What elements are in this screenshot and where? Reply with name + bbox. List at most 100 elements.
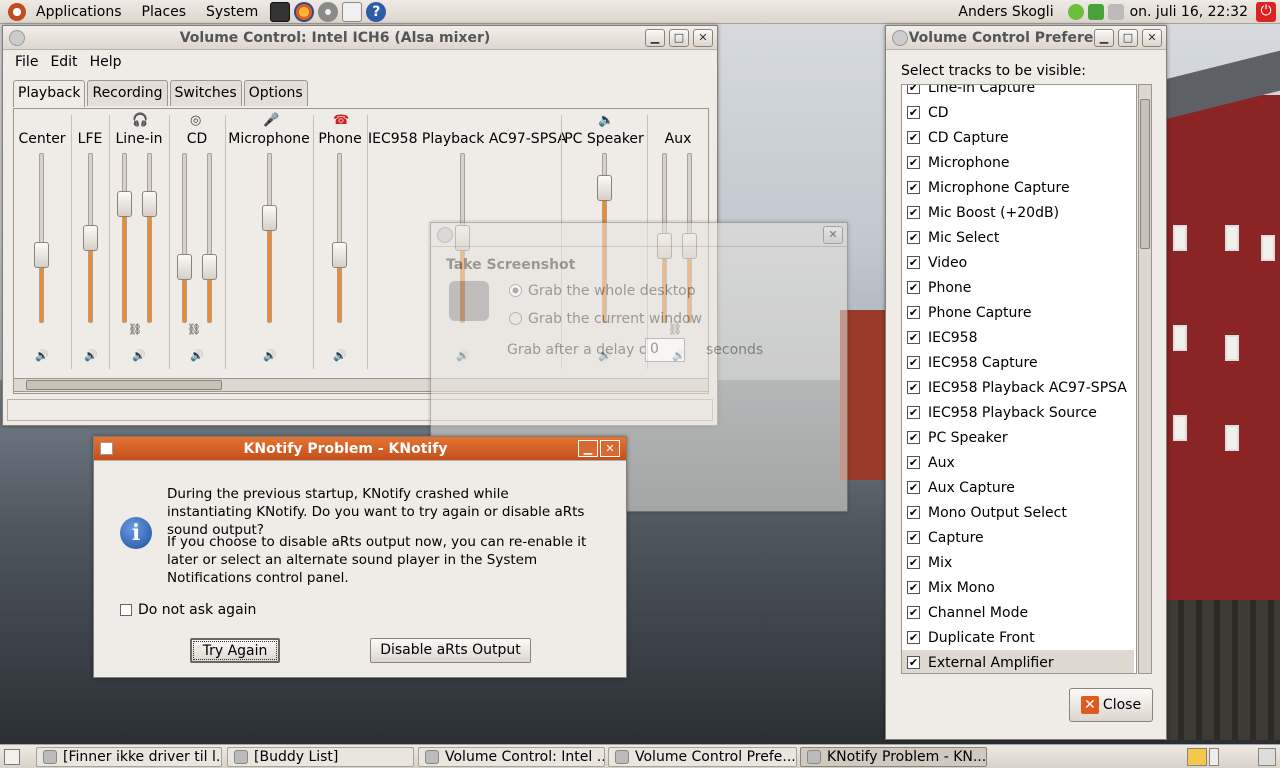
track-checkbox[interactable]: ✔ — [907, 306, 920, 319]
close-button[interactable]: ✕ — [823, 225, 843, 244]
disable-arts-button[interactable]: Disable aRts Output — [370, 638, 531, 663]
line-in-left-slider[interactable] — [117, 153, 132, 323]
minimize-button[interactable]: ▁ — [578, 440, 598, 457]
microphone-slider[interactable] — [262, 153, 277, 323]
track-checkbox[interactable]: ✔ — [907, 256, 920, 269]
track-checkbox[interactable]: ✔ — [907, 85, 920, 94]
maximize-button[interactable]: □ — [1118, 28, 1138, 47]
minimize-button[interactable]: ▁ — [1094, 28, 1114, 47]
checkbox-box[interactable] — [120, 604, 132, 616]
close-preferences-button[interactable]: ✕ Close — [1069, 688, 1153, 722]
window-menu-icon[interactable] — [100, 442, 113, 455]
track-checkbox[interactable]: ✔ — [907, 406, 920, 419]
menu-applications[interactable]: Applications — [26, 0, 132, 24]
tab-playback[interactable]: Playback — [13, 80, 86, 107]
track-checkbox[interactable]: ✔ — [907, 606, 920, 619]
track-list-scrollbar[interactable] — [1138, 84, 1152, 674]
tab-options[interactable]: Options — [243, 80, 308, 106]
help-launcher-icon[interactable]: ? — [366, 1, 387, 22]
lock-channels-icon[interactable]: ⛓ — [128, 323, 142, 336]
track-row[interactable]: ✔ Microphone Capture — [902, 175, 1134, 200]
lock-channels-icon[interactable]: ⛓ — [187, 323, 201, 336]
track-row[interactable]: ✔ Mix Mono — [902, 575, 1134, 600]
close-button[interactable]: ✕ — [693, 28, 713, 47]
volume-control-titlebar[interactable]: Volume Control: Intel ICH6 (Alsa mixer) … — [3, 26, 717, 50]
clock[interactable]: on. juli 16, 22:32 — [1130, 4, 1248, 20]
track-checkbox[interactable]: ✔ — [907, 281, 920, 294]
track-row[interactable]: ✔ PC Speaker — [902, 425, 1134, 450]
track-checkbox[interactable]: ✔ — [907, 106, 920, 119]
taskbar-item-buddy-list[interactable]: [Buddy List] — [227, 747, 414, 767]
track-row[interactable]: ✔ Microphone — [902, 150, 1134, 175]
line-in-right-slider[interactable] — [142, 153, 157, 323]
show-desktop-icon[interactable] — [4, 749, 20, 765]
close-button[interactable]: ✕ — [1142, 28, 1162, 47]
mail-launcher-icon[interactable] — [342, 1, 363, 22]
network-icon[interactable] — [1067, 4, 1084, 20]
trash-icon[interactable] — [1258, 748, 1276, 766]
track-checkbox[interactable]: ✔ — [907, 556, 920, 569]
track-checkbox[interactable]: ✔ — [907, 631, 920, 644]
track-checkbox[interactable]: ✔ — [907, 431, 920, 444]
lfe-slider[interactable] — [83, 153, 98, 323]
tab-recording[interactable]: Recording — [87, 80, 168, 106]
screenshot-titlebar[interactable]: ✕ — [431, 223, 847, 247]
scrollbar-thumb[interactable] — [1140, 99, 1150, 249]
phone-slider[interactable] — [332, 153, 347, 323]
track-row[interactable]: ✔ CD Capture — [902, 125, 1134, 150]
track-checkbox[interactable]: ✔ — [907, 156, 920, 169]
track-row[interactable]: ✔ IEC958 Capture — [902, 350, 1134, 375]
preferences-titlebar[interactable]: Volume Control Prefere ▁ □ ✕ — [886, 26, 1166, 50]
logout-icon[interactable]: ⏻ — [1256, 2, 1276, 22]
center-slider[interactable] — [34, 153, 49, 323]
track-row[interactable]: ✔ Phone Capture — [902, 300, 1134, 325]
battery-icon[interactable] — [1087, 4, 1104, 20]
track-row[interactable]: ✔ Capture — [902, 525, 1134, 550]
taskbar-item-knotify[interactable]: KNotify Problem - KN... — [800, 747, 987, 767]
do-not-ask-checkbox[interactable]: Do not ask again — [120, 602, 256, 618]
menu-places[interactable]: Places — [132, 0, 197, 24]
knotify-titlebar[interactable]: KNotify Problem - KNotify ▁ ✕ — [94, 437, 626, 461]
delay-spinner[interactable]: 0 — [645, 338, 685, 362]
track-row[interactable]: ✔ IEC958 — [902, 325, 1134, 350]
track-row[interactable]: ✔ Mic Boost (+20dB) — [902, 200, 1134, 225]
menu-help[interactable]: Help — [84, 54, 128, 70]
scrollbar-thumb[interactable] — [26, 380, 222, 390]
track-checkbox[interactable]: ✔ — [907, 581, 920, 594]
volume-tray-icon[interactable] — [1107, 4, 1124, 20]
settings-launcher-icon[interactable] — [318, 1, 339, 22]
minimize-button[interactable]: ▁ — [645, 28, 665, 47]
user-name[interactable]: Anders Skogli — [958, 4, 1053, 20]
option-current-window[interactable]: Grab the current window — [509, 311, 702, 327]
track-row[interactable]: ✔ Mono Output Select — [902, 500, 1134, 525]
mute-speaker-icon[interactable]: 🔊 — [333, 349, 347, 362]
cd-right-slider[interactable] — [202, 153, 217, 323]
track-checkbox[interactable]: ✔ — [907, 231, 920, 244]
mute-speaker-icon[interactable]: 🔊 — [263, 349, 277, 362]
track-checkbox[interactable]: ✔ — [907, 131, 920, 144]
terminal-launcher-icon[interactable] — [270, 1, 291, 22]
track-checkbox[interactable]: ✔ — [907, 206, 920, 219]
track-row[interactable]: ✔ Line-in Capture — [902, 85, 1134, 100]
workspace-2[interactable] — [1209, 748, 1219, 766]
ubuntu-logo-icon[interactable] — [8, 2, 26, 21]
menu-file[interactable]: File — [9, 54, 44, 70]
taskbar-item-volume-prefs[interactable]: Volume Control Prefe... — [608, 747, 797, 767]
track-row[interactable]: ✔ Channel Mode — [902, 600, 1134, 625]
track-checkbox[interactable]: ✔ — [907, 456, 920, 469]
try-again-button[interactable]: Try Again — [190, 638, 280, 663]
track-checkbox[interactable]: ✔ — [907, 181, 920, 194]
track-row[interactable]: ✔ External Amplifier — [902, 650, 1134, 673]
mute-speaker-icon[interactable]: 🔊 — [132, 349, 146, 362]
workspace-1[interactable] — [1187, 748, 1207, 766]
cd-left-slider[interactable] — [177, 153, 192, 323]
track-row[interactable]: ✔ Aux Capture — [902, 475, 1134, 500]
close-button[interactable]: ✕ — [600, 440, 620, 457]
track-checkbox[interactable]: ✔ — [907, 531, 920, 544]
mute-speaker-icon[interactable]: 🔊 — [35, 349, 49, 362]
track-row[interactable]: ✔ Duplicate Front — [902, 625, 1134, 650]
track-row[interactable]: ✔ Aux — [902, 450, 1134, 475]
menu-system[interactable]: System — [196, 0, 268, 24]
track-row[interactable]: ✔ CD — [902, 100, 1134, 125]
track-row[interactable]: ✔ IEC958 Playback AC97-SPSA — [902, 375, 1134, 400]
